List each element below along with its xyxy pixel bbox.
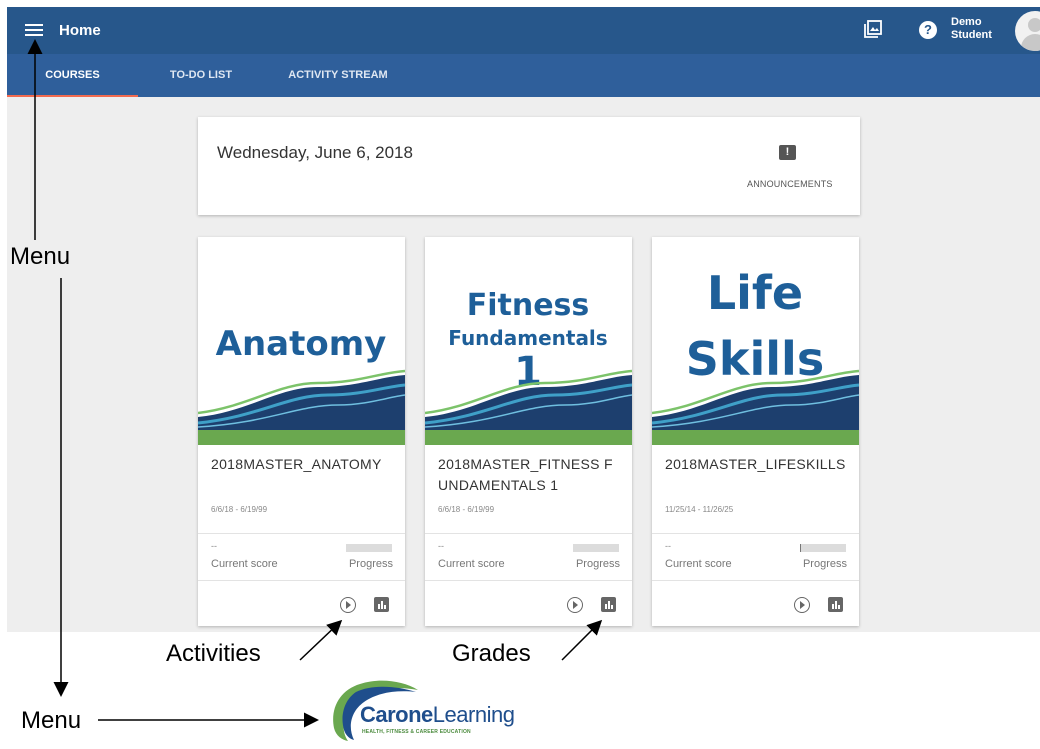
menu-annotation-top: Menu xyxy=(10,243,71,270)
activities-arrow xyxy=(299,619,343,661)
logo-tagline: HEALTH, FITNESS & CAREER EDUCATION xyxy=(362,729,471,735)
menu-annotation-bottom: Menu xyxy=(21,707,82,734)
grades-arrow xyxy=(561,619,603,661)
grades-annotation: Grades xyxy=(452,640,531,667)
annotation-arrows xyxy=(27,39,603,728)
activities-annotation: Activities xyxy=(166,640,261,667)
logo-wordmark: CaroneLearning xyxy=(360,702,515,728)
logo-brand-bold: Carone xyxy=(360,702,433,727)
logo-brand-light: Learning xyxy=(432,702,515,727)
